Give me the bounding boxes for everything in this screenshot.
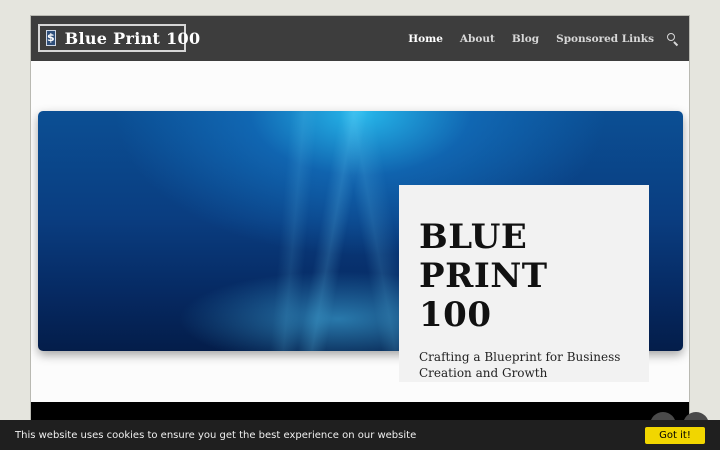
cookie-message: This website uses cookies to ensure you … <box>15 429 417 441</box>
cookie-consent-bar: This website uses cookies to ensure you … <box>0 420 720 450</box>
nav-about[interactable]: About <box>460 33 495 45</box>
nav-home[interactable]: Home <box>408 33 443 45</box>
site-header: $ Blue Print 100 Home About Blog Sponsor… <box>31 16 689 61</box>
hero-card: BLUE PRINT 100 Crafting a Blueprint for … <box>399 185 649 382</box>
nav-blog[interactable]: Blog <box>512 33 539 45</box>
site-logo[interactable]: $ Blue Print 100 <box>38 24 200 52</box>
cookie-accept-button[interactable]: Got it! <box>645 426 705 444</box>
main-nav: Home About Blog Sponsored Links <box>391 16 679 61</box>
hero-title-line-2: PRINT 100 <box>419 256 548 335</box>
site-title: Blue Print 100 <box>64 28 201 48</box>
dollar-icon: $ <box>46 30 56 46</box>
search-icon[interactable] <box>667 32 679 46</box>
nav-sponsored-links[interactable]: Sponsored Links <box>556 33 654 45</box>
hero-title: BLUE PRINT 100 <box>419 218 629 335</box>
hero-subtitle: Crafting a Blueprint for Business Creati… <box>419 350 621 380</box>
hero-title-line-1: BLUE <box>419 217 528 257</box>
